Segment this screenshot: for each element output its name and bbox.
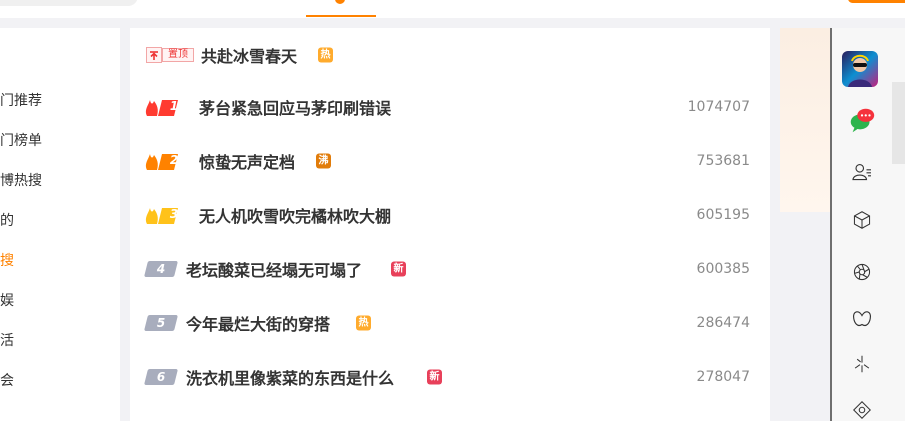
sidebar-item-recommend[interactable]: 门推荐 (0, 92, 42, 110)
chat-icon[interactable] (846, 104, 878, 136)
active-tab-icon[interactable] (335, 0, 345, 4)
rank-number: 3 (169, 207, 179, 221)
row-title[interactable]: 茅台紧急回应马茅印刷错误 (199, 95, 391, 119)
table-row[interactable]: 2 惊蛰无声定档 沸 753681 (130, 134, 770, 188)
contacts-icon[interactable] (846, 156, 878, 188)
sidebar-item-search[interactable]: 搜 (0, 252, 14, 270)
butterfly-icon[interactable] (846, 304, 878, 336)
hot-badge: 热 (318, 47, 333, 63)
left-sidebar: 门推荐 门榜单 博热搜 的 搜 娱 活 会 (0, 28, 120, 421)
sidebar-item-4[interactable]: 的 (0, 212, 14, 230)
pin-arrow-icon (146, 47, 162, 63)
boil-badge: 沸 (316, 153, 331, 169)
aperture-icon[interactable] (846, 256, 878, 288)
row-title[interactable]: 洗衣机里像紫菜的东西是什么 (186, 365, 394, 389)
pinned-badge: 置顶 (146, 47, 194, 63)
sparkle-icon[interactable] (846, 348, 878, 380)
hot-search-list: 置顶 共赴冰雪春天 热 1 茅台紧急回应马茅印刷错误 1074707 2 惊蛰无… (130, 28, 770, 421)
top-bar (0, 0, 905, 18)
avatar[interactable] (842, 51, 878, 87)
row-title[interactable]: 老坛酸菜已经塌无可塌了 (186, 257, 362, 281)
sidebar-item-society[interactable]: 会 (0, 372, 14, 390)
row-title[interactable]: 惊蛰无声定档 (199, 149, 295, 173)
row-count: 278047 (696, 369, 750, 385)
table-row[interactable]: 4 老坛酸菜已经塌无可塌了 新 600385 (130, 242, 770, 296)
top-right-button[interactable] (848, 0, 905, 3)
sidebar-item-entertainment[interactable]: 娱 (0, 292, 14, 310)
sidebar-item-life[interactable]: 活 (0, 332, 14, 350)
settings-icon[interactable] (846, 394, 878, 421)
table-row[interactable]: 1 茅台紧急回应马茅印刷错误 1074707 (130, 80, 770, 134)
pinned-row[interactable]: 置顶 共赴冰雪春天 热 (130, 28, 770, 82)
hot-badge: 热 (356, 315, 371, 331)
active-tab-indicator (306, 15, 376, 17)
rank-badge: 5 (144, 315, 178, 331)
table-row[interactable]: 6 洗衣机里像紫菜的东西是什么 新 278047 (130, 350, 770, 404)
pin-label: 置顶 (162, 48, 194, 62)
sidebar-item-hot-list[interactable]: 门榜单 (0, 132, 42, 150)
row-title[interactable]: 今年最烂大街的穿搭 (186, 311, 330, 335)
row-count: 600385 (696, 261, 750, 277)
rank-number: 5 (156, 316, 166, 330)
right-banner (780, 28, 830, 212)
rank-badge: 6 (144, 369, 178, 385)
row-count: 286474 (696, 315, 750, 331)
row-count: 605195 (696, 207, 750, 223)
right-tool-panel (830, 28, 905, 421)
rank-number: 6 (156, 370, 166, 384)
table-row[interactable]: 3 无人机吹雪吹完橘林吹大棚 605195 (130, 188, 770, 242)
rank-number: 1 (169, 99, 179, 113)
row-count: 753681 (696, 153, 750, 169)
table-row[interactable]: 5 今年最烂大街的穿搭 热 286474 (130, 296, 770, 350)
search-box[interactable] (0, 0, 138, 6)
rank-number: 4 (156, 262, 166, 276)
pinned-title[interactable]: 共赴冰雪春天 (201, 43, 297, 67)
hover-highlight (892, 82, 905, 164)
cube-icon[interactable] (846, 204, 878, 236)
rank-number: 2 (169, 153, 179, 167)
new-badge: 新 (427, 369, 442, 385)
row-count: 1074707 (687, 99, 750, 115)
new-badge: 新 (391, 261, 406, 277)
row-title[interactable]: 无人机吹雪吹完橘林吹大棚 (199, 203, 391, 227)
rank-badge: 4 (144, 261, 178, 277)
sidebar-item-hot-search[interactable]: 博热搜 (0, 172, 42, 190)
